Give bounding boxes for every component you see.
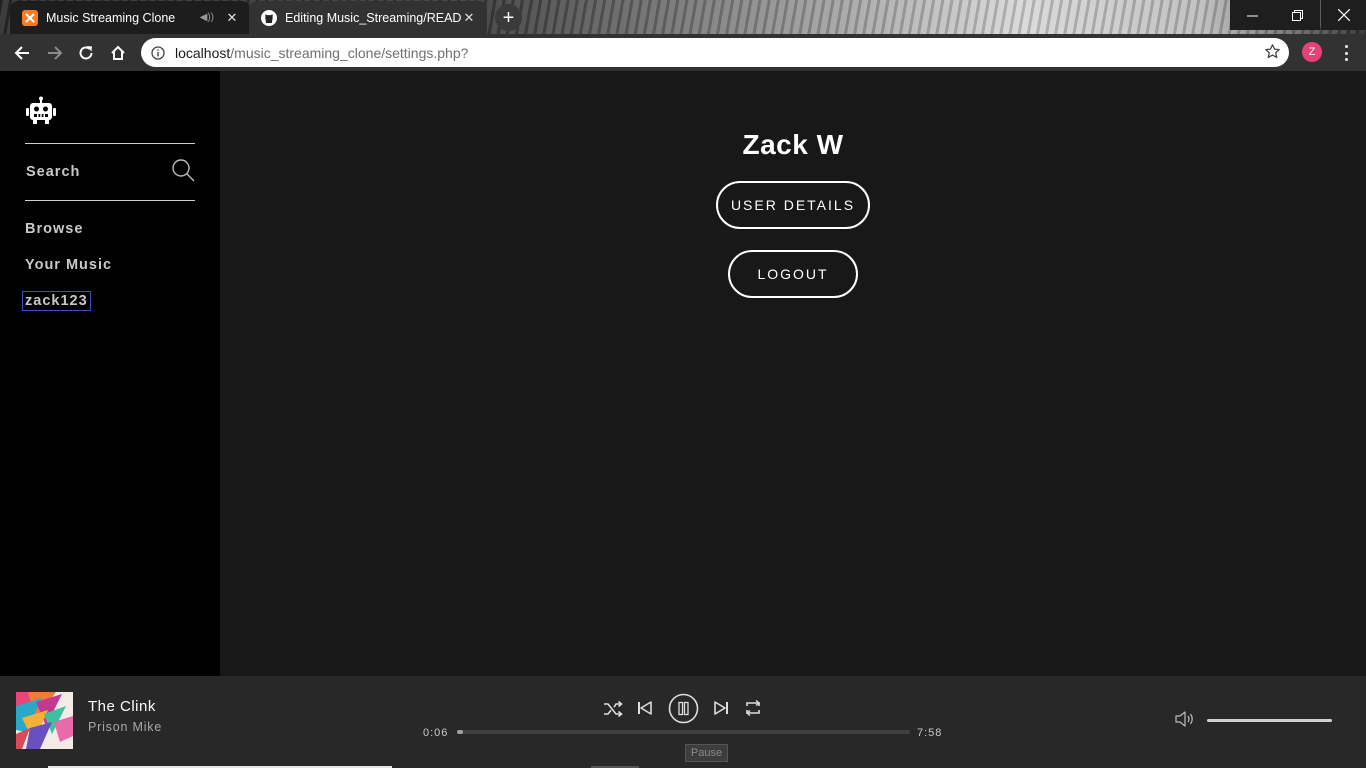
total-duration: 7:58 [917, 727, 943, 739]
reload-button[interactable] [71, 34, 101, 71]
repeat-button[interactable] [744, 700, 762, 716]
url-path: /music_streaming_clone/settings.php? [230, 44, 469, 61]
site-info-icon[interactable] [141, 45, 175, 60]
minimize-button[interactable] [1230, 0, 1275, 30]
settings-main: Zack W USER DETAILS LOGOUT [220, 71, 1366, 676]
search-icon[interactable] [171, 158, 195, 187]
sidebar-item-your-music[interactable]: Your Music [25, 257, 112, 273]
track-title[interactable]: The Clink [88, 698, 156, 715]
volume-slider[interactable] [1207, 719, 1332, 722]
tab-close-icon[interactable]: ✕ [461, 10, 477, 26]
xampp-icon [22, 9, 38, 26]
close-window-button[interactable] [1321, 0, 1366, 30]
bookmark-star-icon[interactable] [1264, 43, 1281, 63]
pause-button[interactable] [668, 693, 699, 724]
tab-music-streaming-clone[interactable]: Music Streaming Clone ◀)) ✕ [10, 1, 250, 34]
profile-avatar[interactable]: Z [1302, 42, 1322, 62]
sidebar-search[interactable]: Search [25, 143, 195, 201]
browser-toolbar: localhost/music_streaming_clone/settings… [0, 34, 1366, 71]
current-time: 0:06 [423, 727, 449, 739]
pause-tooltip: Pause [685, 744, 728, 762]
page-title: Zack W [742, 129, 844, 160]
restore-button[interactable] [1275, 0, 1320, 30]
volume-fill [1207, 719, 1332, 722]
forward-button[interactable] [40, 34, 70, 71]
sidebar-item-browse[interactable]: Browse [25, 221, 83, 237]
new-tab-button[interactable]: + [495, 4, 522, 31]
tab-title: Editing Music_Streaming/READM [285, 10, 461, 25]
url-host: localhost [175, 44, 231, 61]
tab-github-readme[interactable]: Editing Music_Streaming/READM ✕ [249, 1, 487, 34]
sidebar-item-username[interactable]: zack123 [22, 291, 91, 311]
home-button[interactable] [103, 34, 133, 71]
browser-titlebar: Music Streaming Clone ◀)) ✕ Editing Musi… [0, 0, 1366, 34]
search-label: Search [26, 164, 81, 180]
progress-bar[interactable] [457, 730, 910, 734]
robot-logo-icon[interactable] [25, 96, 57, 131]
now-playing-bar: The Clink Prison Mike 0:06 7:58 Pause [0, 676, 1366, 768]
album-artwork [16, 692, 73, 749]
user-details-button[interactable]: USER DETAILS [716, 181, 870, 229]
previous-track-button[interactable] [637, 700, 653, 716]
shuffle-button[interactable] [603, 700, 623, 718]
progress-fill [457, 730, 463, 734]
browser-menu-icon[interactable] [1338, 43, 1354, 63]
speaker-icon: ◀)) [199, 12, 214, 23]
tab-close-icon[interactable]: ✕ [224, 10, 240, 26]
track-artist[interactable]: Prison Mike [88, 720, 162, 734]
github-icon [261, 9, 277, 26]
logout-button[interactable]: LOGOUT [728, 250, 858, 298]
next-track-button[interactable] [713, 700, 729, 716]
sidebar: Search Browse Your Music zack123 [0, 71, 220, 676]
address-bar[interactable]: localhost/music_streaming_clone/settings… [141, 38, 1289, 67]
volume-icon[interactable] [1175, 710, 1195, 728]
back-button[interactable] [7, 34, 37, 71]
tab-title: Music Streaming Clone [46, 10, 176, 25]
